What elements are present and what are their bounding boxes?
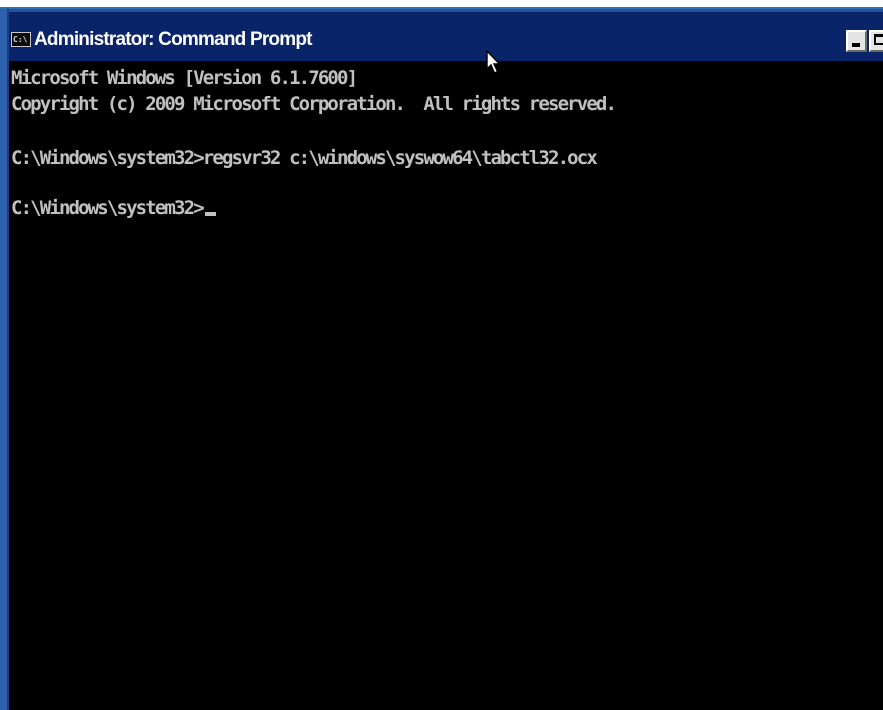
console-line-command: C:\Windows\system32>regsvr32 c:\windows\…	[11, 147, 598, 169]
title-bar-highlight	[9, 9, 883, 12]
minimize-icon	[852, 43, 860, 47]
maximize-icon	[874, 34, 883, 45]
console-prompt-line[interactable]: C:\Windows\system32>	[11, 196, 216, 220]
console-app-icon[interactable]: C:\	[11, 32, 31, 47]
console-prompt: C:\Windows\system32>	[11, 197, 205, 219]
maximize-button[interactable]	[869, 30, 883, 52]
command-prompt-window: C:\ Administrator: Command Prompt Micros…	[0, 0, 883, 710]
caption-buttons	[846, 30, 883, 52]
text-cursor	[204, 212, 216, 216]
console-output[interactable]: Microsoft Windows [Version 6.1.7600] Cop…	[9, 61, 883, 710]
console-line-copyright: Copyright (c) 2009 Microsoft Corporation…	[11, 93, 617, 115]
console-line-version: Microsoft Windows [Version 6.1.7600]	[11, 67, 358, 89]
mouse-pointer-icon	[486, 50, 502, 74]
window-title: Administrator: Command Prompt	[34, 29, 312, 50]
minimize-button[interactable]	[846, 30, 867, 52]
